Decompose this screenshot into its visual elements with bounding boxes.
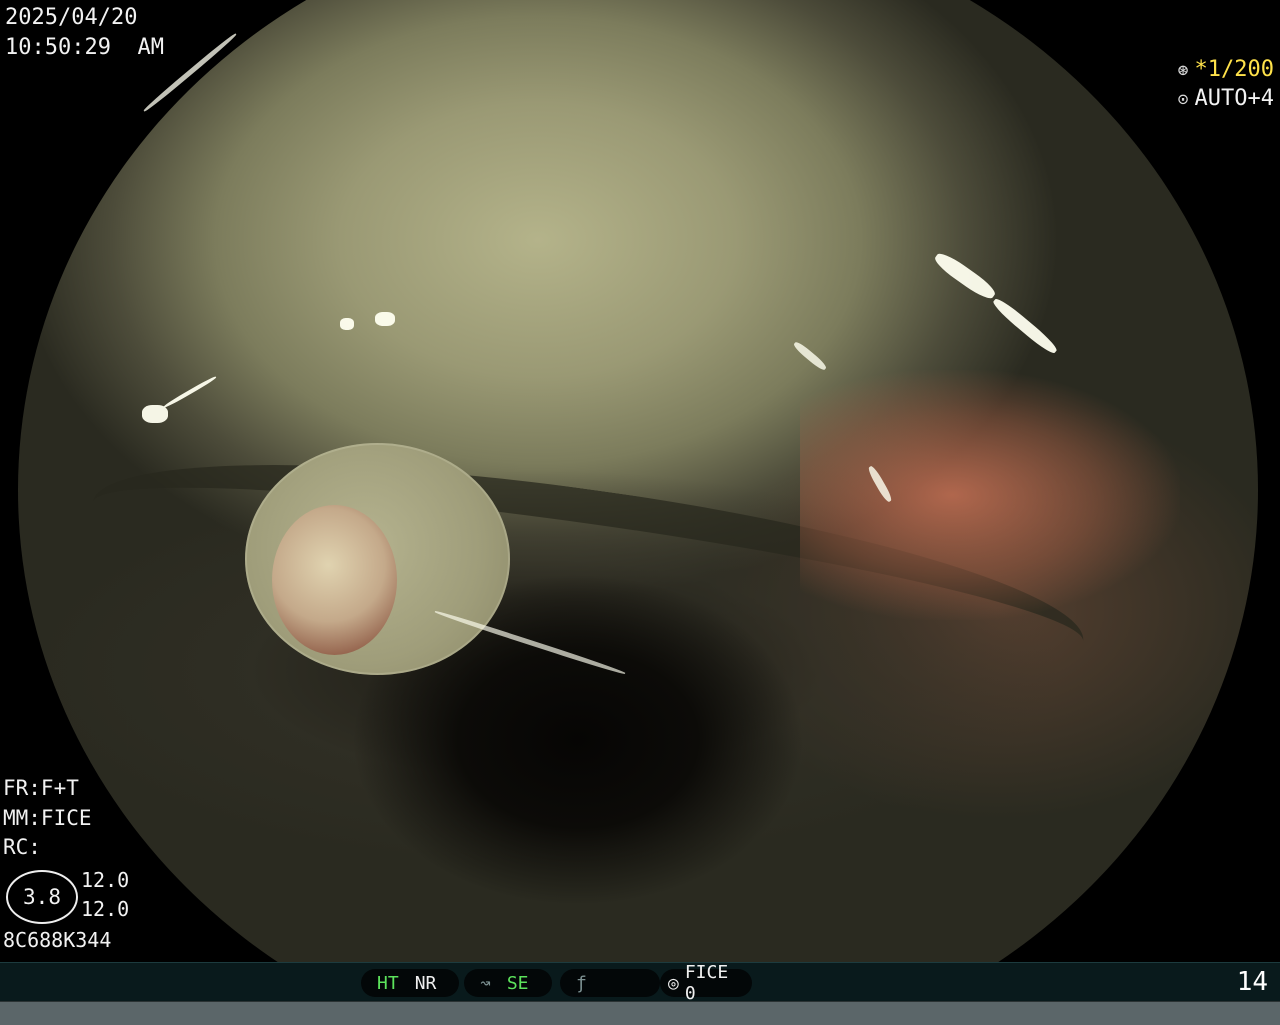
endoscope-view [0,0,1280,962]
auto-value: AUTO+4 [1194,86,1274,111]
nr-label: NR [414,972,437,994]
value-top: 12.0 [81,868,130,892]
polyp-center [272,505,397,655]
mm-setting: MM:FICE [3,806,92,830]
fice-indicator: ◎ FICE 0 [660,962,752,1004]
fice-mode-icon: ◎ [668,972,679,994]
erythematous-area [800,370,1180,620]
circled-value-text: 3.8 [23,885,61,909]
se-indicator: ↝ SE [464,969,552,997]
enhance-curve-icon: ↝ [480,972,491,994]
fice-label: FICE 0 [684,962,729,1004]
circled-value: 3.8 [6,870,78,924]
italic-f-icon: ƒ [576,972,587,994]
ht-nr-indicator: HT NR [361,969,459,997]
se-label: SE [506,972,529,994]
script-indicator: ƒ [560,969,660,997]
bottom-strip [0,1001,1280,1025]
rc-setting: RC: [3,835,41,859]
iris-readout: ⊙ AUTO+4 [1151,66,1274,110]
fr-setting: FR:F+T [3,776,79,800]
light-reflection [375,312,395,326]
light-reflection [340,318,354,330]
scope-serial: 8C688K344 [3,928,112,952]
value-bottom: 12.0 [81,897,130,921]
exam-time: 10:50:29 AM [5,35,164,60]
status-bar: HT NR ↝ SE ƒ ◎ FICE 0 14 [0,962,1280,1004]
iris-icon: ⊙ [1177,89,1189,110]
ht-label: HT [377,972,399,994]
exam-date: 2025/04/20 [5,5,138,30]
image-counter: 14 [1236,967,1268,997]
